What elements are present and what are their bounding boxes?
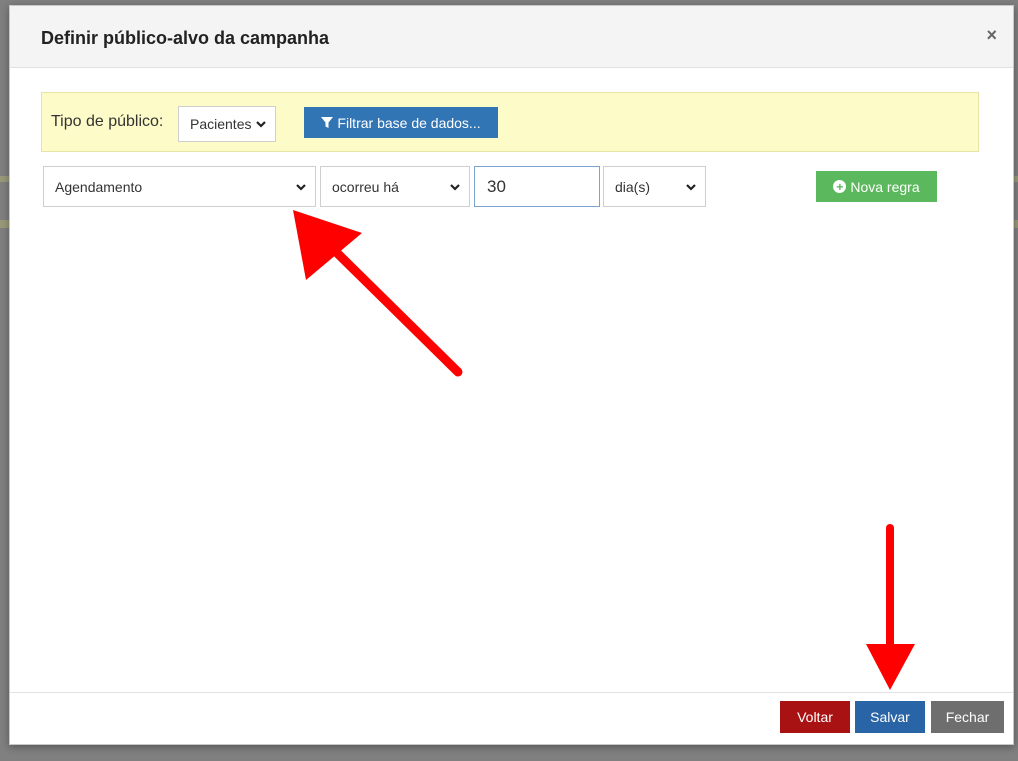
campaign-audience-modal: Definir público-alvo da campanha × Tipo … — [9, 5, 1014, 745]
back-button[interactable]: Voltar — [780, 701, 850, 733]
new-rule-button[interactable]: + Nova regra — [816, 171, 937, 202]
save-button[interactable]: Salvar — [855, 701, 925, 733]
rule-unit-value: dia(s) — [615, 178, 651, 195]
rule-event-value: Agendamento — [55, 178, 143, 195]
filter-icon — [321, 116, 334, 128]
filter-database-label: Filtrar base de dados... — [337, 114, 481, 131]
rule-event-select[interactable]: Agendamento — [43, 166, 316, 207]
chevron-down-icon — [296, 183, 306, 191]
new-rule-label: Nova regra — [850, 178, 920, 195]
close-icon[interactable]: × — [986, 26, 997, 44]
audience-type-select[interactable]: Pacientes — [178, 106, 276, 142]
rule-condition-select[interactable]: ocorreu há — [320, 166, 470, 207]
rule-unit-select[interactable]: dia(s) — [603, 166, 706, 207]
filter-database-button[interactable]: Filtrar base de dados... — [304, 107, 498, 138]
modal-title: Definir público-alvo da campanha — [41, 28, 330, 48]
rule-amount-input[interactable]: 30 — [474, 166, 600, 207]
audience-filter-bar: Tipo de público: Pacientes Filtrar base … — [41, 92, 979, 152]
audience-type-value: Pacientes — [190, 116, 252, 132]
rule-row: Agendamento ocorreu há 30 dia(s) + Nova … — [43, 166, 973, 208]
close-button[interactable]: Fechar — [931, 701, 1004, 733]
rule-condition-value: ocorreu há — [332, 178, 399, 195]
chevron-down-icon — [686, 183, 696, 191]
plus-circle-icon: + — [833, 180, 847, 193]
chevron-down-icon — [256, 121, 266, 128]
audience-type-label: Tipo de público: — [51, 113, 164, 130]
chevron-down-icon — [450, 183, 460, 191]
modal-header: Definir público-alvo da campanha × — [10, 6, 1013, 68]
modal-footer: Voltar Salvar Fechar — [10, 692, 1013, 746]
